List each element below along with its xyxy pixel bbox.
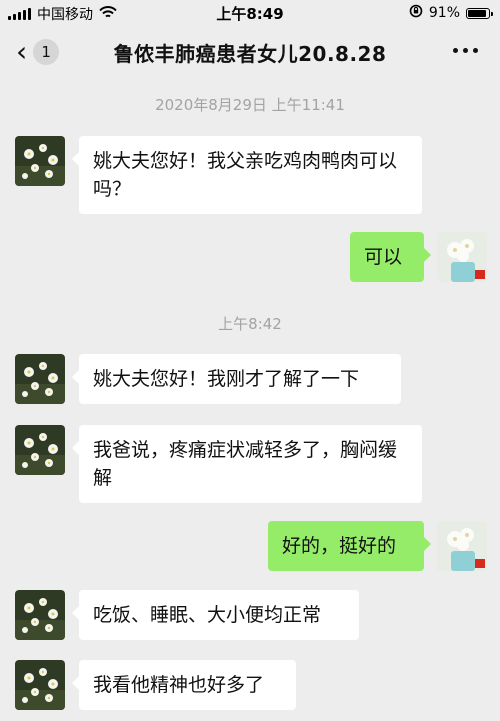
battery-percent: 91% [428,5,460,21]
incoming-message-bubble[interactable]: 姚大夫您好！我刚才了解了一下 [72,354,401,404]
contact-avatar[interactable] [15,354,65,404]
my-avatar[interactable] [437,521,487,571]
status-bar: 中国移动 上午8:49 91% [0,0,500,26]
timestamp: 上午8:42 [218,315,282,333]
timestamp: 2020年8月29日 上午11:41 [155,96,345,114]
navigation-bar: ‹ 1 鲁侬丰肺癌患者女儿20.8.28 [0,26,500,78]
outgoing-message-bubble[interactable]: 可以 [350,232,431,282]
contact-avatar[interactable] [15,590,65,640]
contact-avatar[interactable] [15,425,65,475]
more-dots-icon[interactable] [453,40,478,61]
incoming-message-bubble[interactable]: 姚大夫您好！我父亲吃鸡肉鸭肉可以吗？ [72,136,422,214]
contact-avatar[interactable] [15,136,65,186]
outgoing-message-bubble[interactable]: 好的，挺好的 [268,521,431,571]
rotation-lock-icon [409,4,423,22]
contact-avatar[interactable] [15,660,65,710]
my-avatar[interactable] [437,232,487,282]
chat-title: 鲁侬丰肺癌患者女儿20.8.28 [113,42,387,66]
status-right: 91% [409,4,493,22]
battery-icon [466,7,493,19]
incoming-message-bubble[interactable]: 我爸说，疼痛症状减轻多了，胸闷缓解 [72,425,422,503]
incoming-message-bubble[interactable]: 吃饭、睡眠、大小便均正常 [72,590,359,640]
incoming-message-bubble[interactable]: 我看他精神也好多了 [72,660,296,710]
